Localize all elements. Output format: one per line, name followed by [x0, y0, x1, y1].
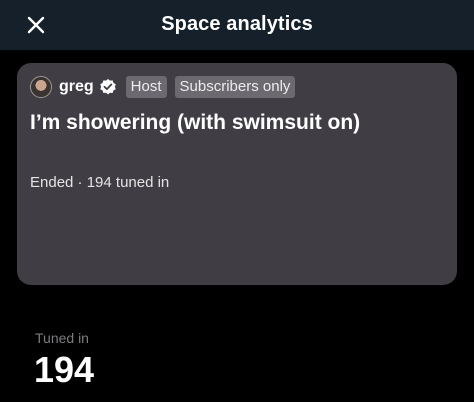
tuned-in-value: 194 [34, 349, 95, 390]
verified-badge-icon [99, 78, 117, 96]
page-title: Space analytics [161, 13, 313, 35]
host-name[interactable]: greg [59, 78, 94, 96]
space-analytics-page: Space analytics greg Host Subscribers on… [0, 0, 474, 402]
space-title: I’m showering (with swimsuit on) [30, 111, 361, 134]
space-status: Ended · 194 tuned in [30, 174, 170, 191]
host-badge: Host [125, 76, 167, 98]
avatar[interactable] [30, 76, 52, 98]
subscribers-only-badge: Subscribers only [174, 76, 296, 98]
space-card[interactable]: greg Host Subscribers only I’m showering… [17, 63, 457, 285]
header-bar: Space analytics [0, 0, 474, 50]
tuned-in-label: Tuned in [35, 330, 89, 346]
host-row: greg Host Subscribers only [30, 75, 296, 99]
